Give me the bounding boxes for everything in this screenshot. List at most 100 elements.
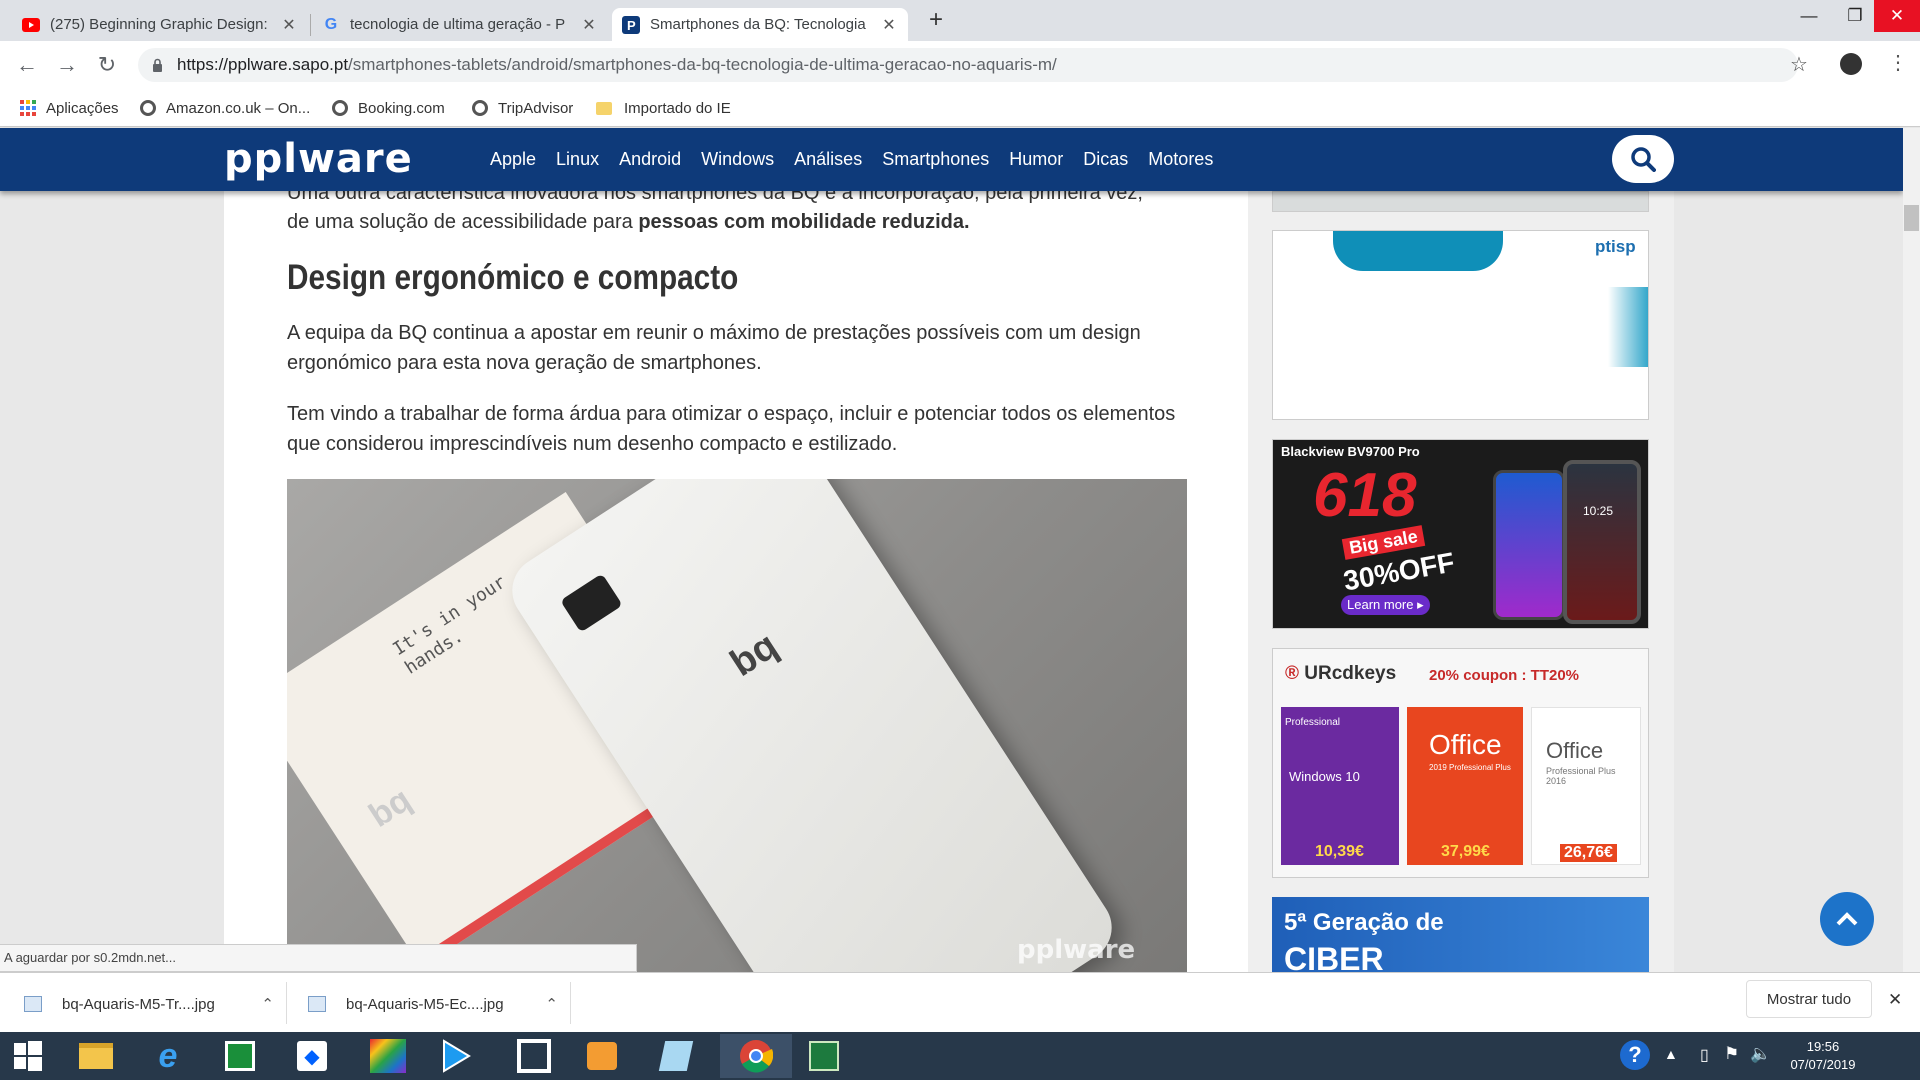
internet-explorer-icon[interactable]: e: [140, 1034, 196, 1078]
downloads-bar: [0, 972, 1920, 1032]
windows-start-icon[interactable]: [0, 1034, 56, 1078]
ad-blackview[interactable]: Blackview BV9700 Pro 618 Big sale 30%OFF…: [1272, 439, 1649, 629]
address-bar[interactable]: https://pplware.sapo.pt/smartphones-tabl…: [138, 48, 1798, 82]
back-to-top-button[interactable]: [1820, 892, 1874, 946]
search-icon: [1631, 147, 1656, 172]
svg-text:P: P: [627, 18, 636, 33]
google-icon: G: [324, 15, 338, 33]
back-button[interactable]: ←: [12, 50, 42, 80]
ad-ptisp[interactable]: ptisp: [1272, 230, 1649, 420]
download-item[interactable]: bq-Aquaris-M5-Tr....jpg ⌃: [24, 982, 274, 1026]
menu-item-motores[interactable]: Motores: [1148, 149, 1213, 170]
tab-google[interactable]: G tecnologia de ultima geração - P ✕: [312, 8, 608, 41]
arrow-left-icon: ←: [16, 52, 38, 77]
chevron-up-icon: [1836, 912, 1858, 926]
tab-close-icon[interactable]: ✕: [280, 15, 298, 35]
photo-watermark: pplware: [1017, 935, 1136, 965]
video-icon[interactable]: [574, 1034, 630, 1078]
extension-icon[interactable]: [1840, 53, 1862, 75]
maximize-button[interactable]: ❐: [1832, 0, 1878, 32]
ad-top-partial[interactable]: [1272, 191, 1649, 212]
close-window-button[interactable]: ✕: [1874, 0, 1920, 32]
menu-item-linux[interactable]: Linux: [556, 149, 599, 170]
menu-dots-icon[interactable]: ⋮: [1888, 50, 1908, 75]
show-all-downloads-button[interactable]: Mostrar tudo: [1746, 980, 1872, 1018]
tab-youtube[interactable]: (275) Beginning Graphic Design: ✕: [12, 8, 308, 41]
globe-icon: [140, 100, 156, 116]
phone-icon[interactable]: ▯: [1700, 1045, 1709, 1065]
page-scrollbar[interactable]: [1903, 128, 1920, 972]
chevron-up-icon[interactable]: ⌃: [261, 995, 274, 1013]
bookmark-amazon[interactable]: Amazon.co.uk – On...: [140, 95, 310, 121]
bookmark-star-icon[interactable]: ☆: [1790, 52, 1808, 77]
tab-close-icon[interactable]: ✕: [580, 15, 598, 35]
volume-icon[interactable]: 🔈: [1750, 1044, 1771, 1064]
menu-item-analises[interactable]: Análises: [794, 149, 862, 170]
site-search-button[interactable]: [1612, 135, 1674, 183]
chrome-icon[interactable]: [720, 1034, 792, 1078]
lock-icon: [152, 58, 163, 72]
site-menu: Apple Linux Android Windows Análises Sma…: [490, 149, 1233, 170]
ad-phone-image: [1493, 470, 1565, 620]
folder-icon: [596, 101, 612, 115]
minimize-button[interactable]: —: [1786, 0, 1832, 32]
menu-item-android[interactable]: Android: [619, 149, 681, 170]
photo-app-icon[interactable]: [360, 1034, 416, 1078]
url-path: /smartphones-tablets/android/smartphones…: [348, 55, 1057, 74]
store-icon[interactable]: [212, 1034, 268, 1078]
bookmark-folder-ie[interactable]: Importado do IE: [596, 95, 731, 121]
menu-item-humor[interactable]: Humor: [1009, 149, 1063, 170]
dropbox-icon[interactable]: ◆: [284, 1034, 340, 1078]
ad-brand: ® URcdkeys: [1285, 663, 1397, 684]
ad-shape: [1333, 231, 1503, 271]
notes-icon[interactable]: [648, 1034, 704, 1078]
reload-icon: ↻: [97, 52, 117, 77]
menu-item-apple[interactable]: Apple: [490, 149, 536, 170]
globe-icon: [332, 100, 348, 116]
image-file-icon: [308, 996, 326, 1012]
tab-pplware[interactable]: P Smartphones da BQ: Tecnologia ✕: [612, 8, 908, 41]
apps-icon: [20, 100, 36, 116]
ad-product-office-2019: Office 2019 Professional Plus 37,99€: [1407, 707, 1523, 865]
media-player-icon[interactable]: [428, 1034, 484, 1078]
article-paragraph: Tem vindo a trabalhar de forma árdua par…: [287, 403, 1176, 455]
article-paragraph: A equipa da BQ continua a apostar em reu…: [287, 322, 1141, 374]
ad-phone-image: 10:25: [1563, 460, 1641, 624]
taskbar-clock[interactable]: 19:56 07/07/2019: [1780, 1038, 1866, 1074]
chevron-up-icon[interactable]: ⌃: [545, 995, 558, 1013]
bookmark-apps[interactable]: Aplicações: [20, 95, 119, 121]
tray-expand-icon[interactable]: ▲: [1664, 1046, 1678, 1062]
download-item[interactable]: bq-Aquaris-M5-Ec....jpg ⌃: [308, 982, 558, 1026]
globe-icon: [472, 100, 488, 116]
flag-icon[interactable]: ⚑: [1724, 1044, 1739, 1064]
menu-item-dicas[interactable]: Dicas: [1083, 149, 1128, 170]
forward-button[interactable]: →: [52, 50, 82, 80]
arrow-right-icon: →: [56, 52, 78, 77]
scrollbar-thumb[interactable]: [1904, 205, 1919, 231]
tab-divider: [310, 14, 311, 36]
pplware-icon: P: [622, 15, 640, 34]
reload-button[interactable]: ↻: [92, 50, 122, 80]
menu-item-smartphones[interactable]: Smartphones: [882, 149, 989, 170]
tab-close-icon[interactable]: ✕: [880, 15, 898, 35]
terminal-icon[interactable]: [506, 1034, 562, 1078]
bookmark-tripadvisor[interactable]: TripAdvisor: [472, 95, 573, 121]
ad-ciber[interactable]: 5ª Geração de CIBER: [1272, 897, 1649, 972]
url-host: https://pplware.sapo.pt: [177, 55, 349, 74]
status-bubble: A aguardar por s0.2mdn.net...: [0, 944, 637, 972]
new-tab-button[interactable]: +: [922, 6, 950, 34]
file-explorer-icon[interactable]: [68, 1034, 124, 1078]
ad-urcdkeys[interactable]: ® URcdkeys 20% coupon : TT20% Profession…: [1272, 648, 1649, 878]
youtube-icon: [22, 16, 40, 34]
close-downloads-button[interactable]: ✕: [1888, 990, 1902, 1010]
article-intro-line: de uma solução de acessibilidade para pe…: [287, 211, 970, 233]
download-divider: [570, 982, 571, 1024]
excel-icon[interactable]: [796, 1034, 852, 1078]
site-logo[interactable]: pplware: [224, 139, 413, 179]
help-icon[interactable]: ?: [1620, 1040, 1650, 1070]
article-heading: Design ergonómico e compacto: [287, 258, 739, 297]
menu-item-windows[interactable]: Windows: [701, 149, 774, 170]
article-photo[interactable]: It's in your hands. bq bq pplware: [287, 479, 1187, 972]
ad-shape: [1608, 287, 1648, 367]
bookmark-booking[interactable]: Booking.com: [332, 95, 445, 121]
